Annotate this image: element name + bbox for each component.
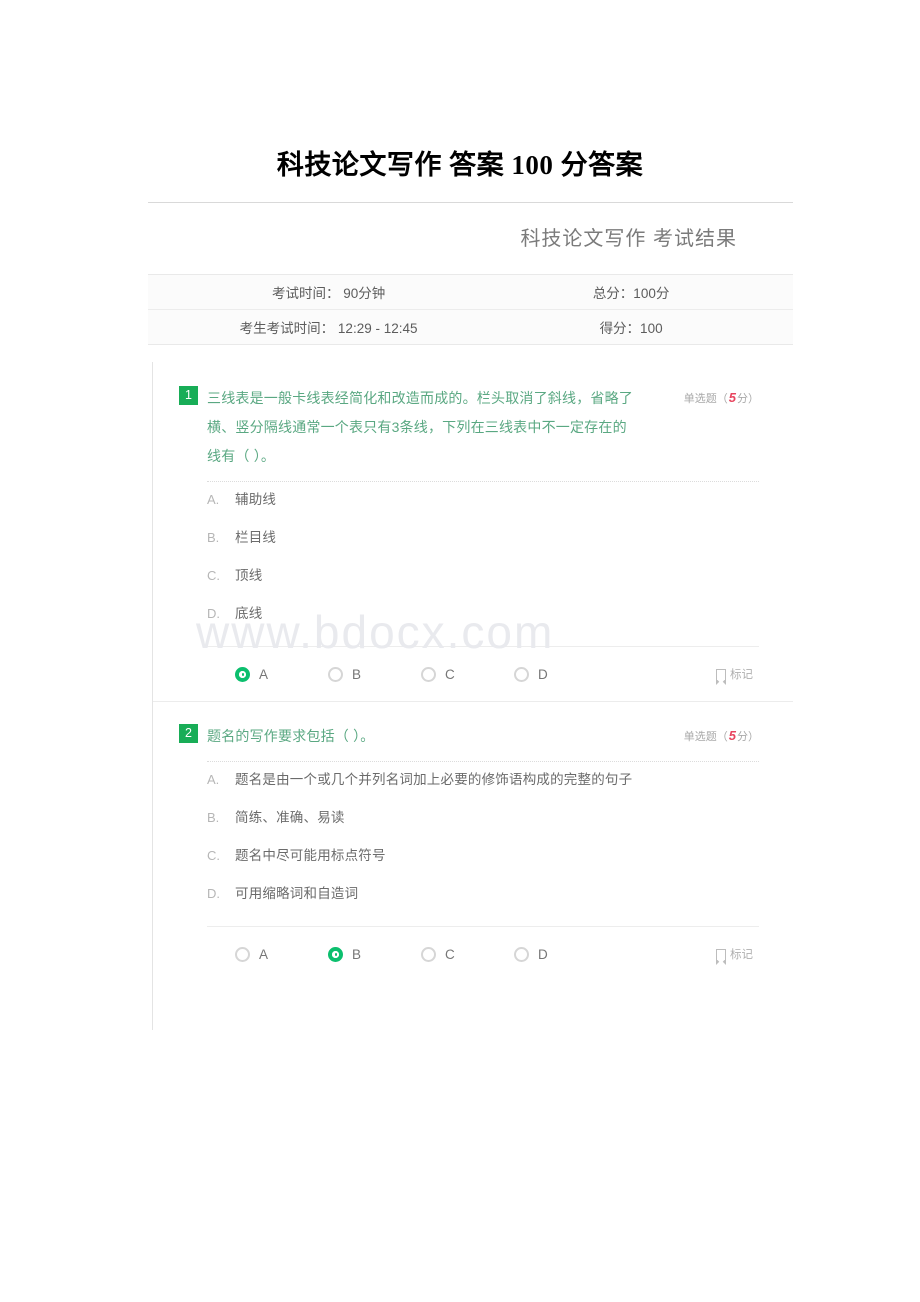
radio-label: D (538, 666, 548, 682)
option-text: 题名中尽可能用标点符号 (235, 848, 386, 863)
exam-info-table: 考试时间： 90分钟 总分：100分 考生考试时间： 12:29 - 12:45… (148, 274, 793, 345)
option-key: C. (207, 848, 220, 863)
page-title: 科技论文写作 答案 100 分答案 (276, 150, 644, 180)
question-meta: 单选题（5分） (684, 384, 759, 406)
table-row: 考生考试时间： 12:29 - 12:45 得分：100 (148, 310, 793, 344)
option-text: 底线 (235, 606, 263, 621)
radio-label: C (445, 666, 455, 682)
title-divider (148, 202, 793, 203)
list-item[interactable]: C. 顶线 (207, 564, 759, 602)
option-list: A. 题名是由一个或几个并列名词加上必要的修饰语构成的完整的句子 B. 简练、准… (207, 762, 759, 920)
list-item[interactable]: B. 简练、准确、易读 (207, 806, 759, 844)
radio-icon[interactable] (421, 946, 436, 962)
radio-option-a[interactable]: A (235, 946, 328, 962)
option-text: 题名是由一个或几个并列名词加上必要的修饰语构成的完整的句子 (235, 772, 633, 787)
question-type-label: 单选题（ (683, 731, 728, 743)
question-type-label: 单选题（ (683, 393, 728, 405)
option-key: A. (207, 772, 220, 787)
exam-result-header: 科技论文写作 考试结果 (520, 228, 737, 250)
radio-option-d[interactable]: D (514, 666, 607, 682)
question-meta: 单选题（5分） (684, 722, 759, 744)
radio-option-b[interactable]: B (328, 946, 421, 962)
mark-question-button[interactable]: 标记 (716, 666, 753, 685)
bookmark-icon (716, 948, 726, 965)
list-item[interactable]: A. 题名是由一个或几个并列名词加上必要的修饰语构成的完整的句子 (207, 768, 759, 806)
radio-icon[interactable] (328, 666, 343, 682)
question-number-badge: 1 (179, 386, 198, 405)
option-key: B. (207, 810, 220, 825)
radio-icon[interactable] (514, 666, 529, 682)
option-key: D. (207, 886, 220, 901)
radio-option-d[interactable]: D (514, 946, 607, 962)
radio-label: D (538, 946, 548, 962)
document-page: 科技论文写作 答案 100 分答案 科技论文写作 考试结果 考试时间： 90分钟… (0, 0, 920, 1302)
list-item[interactable]: C. 题名中尽可能用标点符号 (207, 844, 759, 882)
radio-label: B (352, 946, 362, 962)
exam-total-score: 总分：100分 (592, 286, 670, 301)
questions-panel: 1 三线表是一般卡线表经简化和改造而成的。栏头取消了斜线，省略了横、竖分隔线通常… (152, 362, 793, 1030)
question-stem: 三线表是一般卡线表经简化和改造而成的。栏头取消了斜线，省略了横、竖分隔线通常一个… (207, 390, 633, 464)
radio-icon[interactable] (421, 666, 436, 682)
radio-label: C (445, 946, 455, 962)
question-header: 1 三线表是一般卡线表经简化和改造而成的。栏头取消了斜线，省略了横、竖分隔线通常… (179, 384, 759, 471)
radio-icon[interactable] (328, 946, 343, 962)
question-stem: 题名的写作要求包括（ ）。 (207, 728, 375, 744)
answer-row: A B C D 标记 (235, 647, 759, 701)
radio-label: A (259, 946, 269, 962)
exam-duration: 考试时间： 90分钟 (271, 286, 386, 301)
option-text: 可用缩略词和自造词 (235, 886, 359, 901)
question-points: 5 (728, 390, 736, 405)
question-points-suffix: 分） (737, 393, 759, 405)
radio-icon[interactable] (235, 666, 250, 682)
table-row: 考试时间： 90分钟 总分：100分 (148, 275, 793, 310)
candidate-exam-time: 考生考试时间： 12:29 - 12:45 (239, 321, 418, 336)
option-text: 辅助线 (235, 492, 277, 507)
radio-label: B (352, 666, 362, 682)
radio-option-b[interactable]: B (328, 666, 421, 682)
option-key: A. (207, 492, 220, 507)
bookmark-icon (716, 668, 726, 685)
question-points: 5 (728, 728, 736, 743)
question-header: 2 题名的写作要求包括（ ）。 单选题（5分） (179, 722, 759, 751)
question-item: 1 三线表是一般卡线表经简化和改造而成的。栏头取消了斜线，省略了横、竖分隔线通常… (153, 362, 793, 701)
candidate-score: 得分：100 (599, 321, 663, 336)
radio-option-c[interactable]: C (421, 666, 514, 682)
option-text: 顶线 (235, 568, 263, 583)
mark-question-button[interactable]: 标记 (716, 946, 753, 965)
mark-label: 标记 (730, 949, 753, 961)
option-text: 简练、准确、易读 (235, 810, 345, 825)
radio-icon[interactable] (235, 946, 250, 962)
answer-row: A B C D 标记 (235, 927, 759, 981)
question-points-suffix: 分） (737, 731, 759, 743)
radio-label: A (259, 666, 269, 682)
list-item[interactable]: D. 底线 (207, 602, 759, 640)
option-list: A. 辅助线 B. 栏目线 C. 顶线 D. 底线 (207, 482, 759, 640)
radio-option-a[interactable]: A (235, 666, 328, 682)
mark-label: 标记 (730, 669, 753, 681)
option-key: C. (207, 568, 220, 583)
question-number-badge: 2 (179, 724, 198, 743)
question-item: 2 题名的写作要求包括（ ）。 单选题（5分） A. 题名是由一个或几个并列名词… (153, 701, 793, 981)
radio-icon[interactable] (514, 946, 529, 962)
list-item[interactable]: B. 栏目线 (207, 526, 759, 564)
list-item[interactable]: A. 辅助线 (207, 488, 759, 526)
list-item[interactable]: D. 可用缩略词和自造词 (207, 882, 759, 920)
option-key: B. (207, 530, 220, 545)
radio-option-c[interactable]: C (421, 946, 514, 962)
option-text: 栏目线 (235, 530, 277, 545)
option-key: D. (207, 606, 220, 621)
